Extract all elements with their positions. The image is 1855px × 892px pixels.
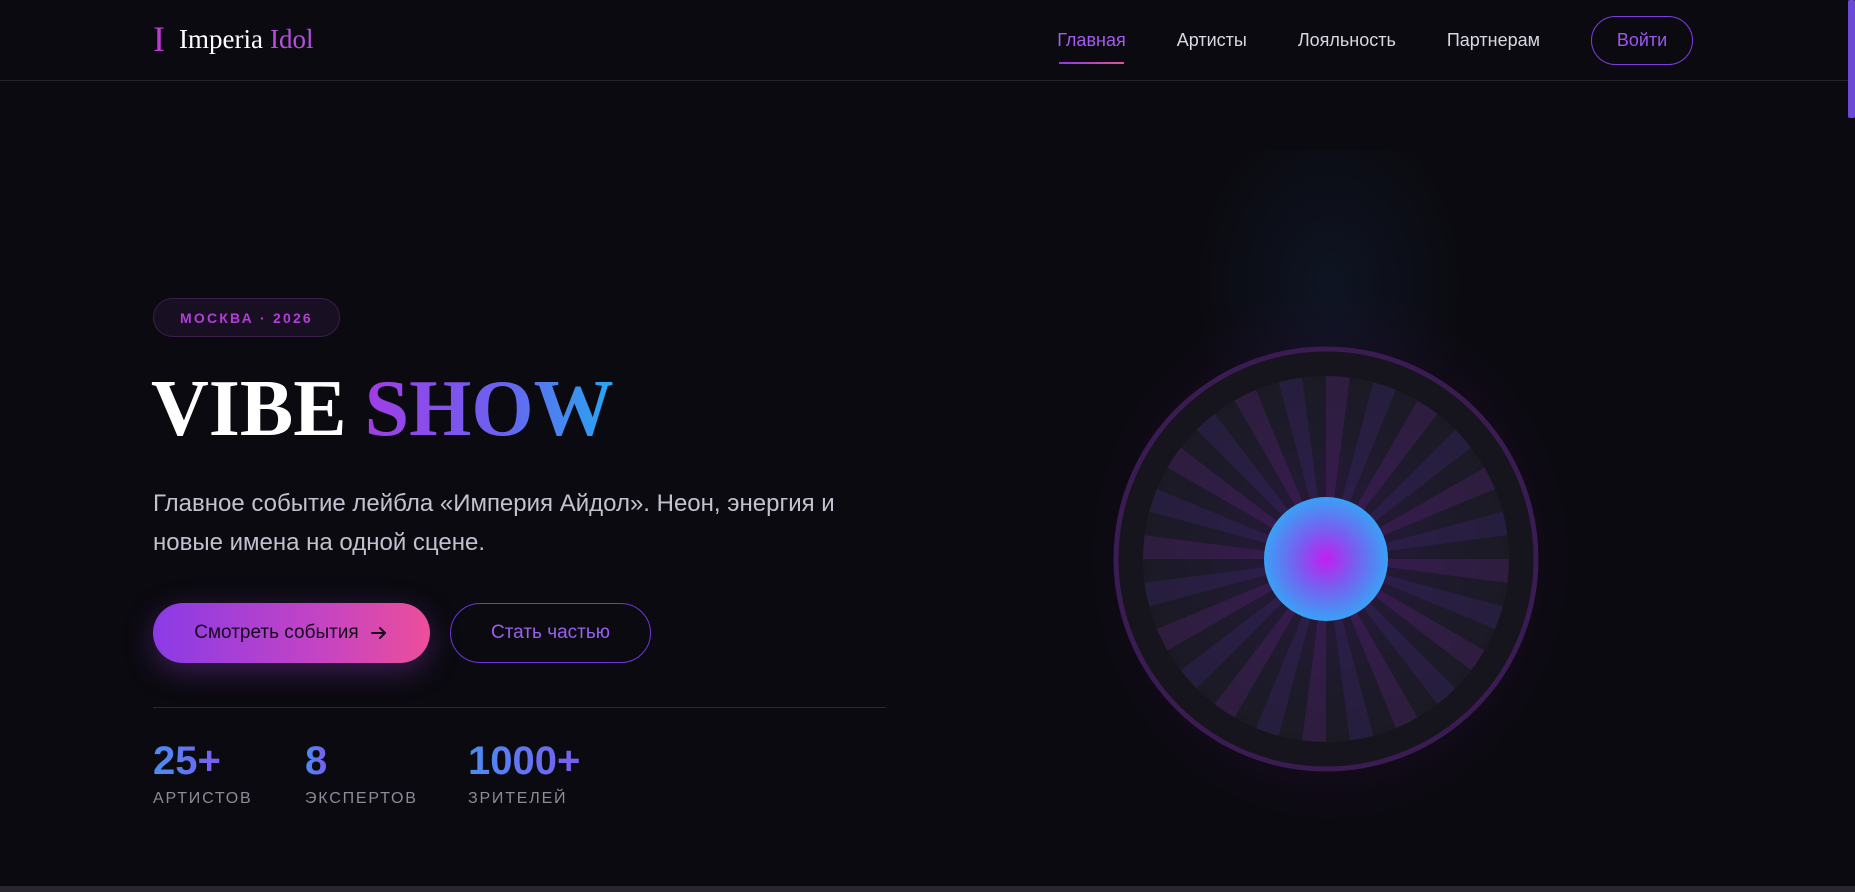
disc-core [1264, 497, 1388, 621]
logo[interactable]: I Imperia Idol [153, 21, 313, 57]
hero-title-vibe: VIBE [151, 365, 347, 453]
logo-text: Imperia Idol [179, 21, 313, 57]
stat-artists-value: 25+ [153, 739, 221, 783]
join-button[interactable]: Стать частью [450, 603, 651, 663]
nav-item-loyalty[interactable]: Лояльность [1298, 15, 1396, 65]
hero-title: VIBE SHOW [151, 364, 614, 454]
nav-item-artists[interactable]: Артисты [1177, 15, 1247, 65]
logo-word-imperia: Imperia [179, 24, 263, 54]
location-badge: МОСКВА · 2026 [153, 298, 340, 337]
logo-word-idol: Idol [269, 24, 314, 54]
arrow-right-icon [370, 627, 386, 639]
stat-experts: 8 ЭКСПЕРТОВ [305, 737, 418, 808]
hero-title-show: SHOW [364, 365, 614, 453]
stats-divider [153, 707, 886, 708]
view-events-label: Смотреть события [194, 622, 359, 643]
neon-disc-icon [1113, 346, 1539, 772]
bottom-edge [0, 886, 1855, 892]
nav-item-home[interactable]: Главная [1057, 15, 1126, 65]
stat-artists: 25+ АРТИСТОВ [153, 737, 253, 808]
site-header: I Imperia Idol Главная Артисты Лояльность… [0, 0, 1855, 81]
stat-viewers-value: 1000+ [468, 739, 581, 783]
scrollbar-thumb[interactable] [1848, 0, 1855, 118]
nav-item-partners[interactable]: Партнерам [1447, 15, 1540, 65]
login-button[interactable]: Войти [1591, 15, 1693, 65]
stat-viewers-label: ЗРИТЕЛЕЙ [468, 790, 568, 807]
stat-experts-label: ЭКСПЕРТОВ [305, 790, 418, 807]
stat-artists-label: АРТИСТОВ [153, 790, 253, 807]
view-events-button[interactable]: Смотреть события [153, 603, 430, 663]
logo-mark: I [153, 19, 165, 59]
stat-experts-value: 8 [305, 739, 328, 783]
stat-viewers: 1000+ ЗРИТЕЛЕЙ [468, 737, 580, 808]
hero-description: Главное событие лейбла «Империя Айдол». … [153, 490, 835, 556]
main-nav: Главная Артисты Лояльность Партнерам Вой… [1057, 15, 1693, 65]
